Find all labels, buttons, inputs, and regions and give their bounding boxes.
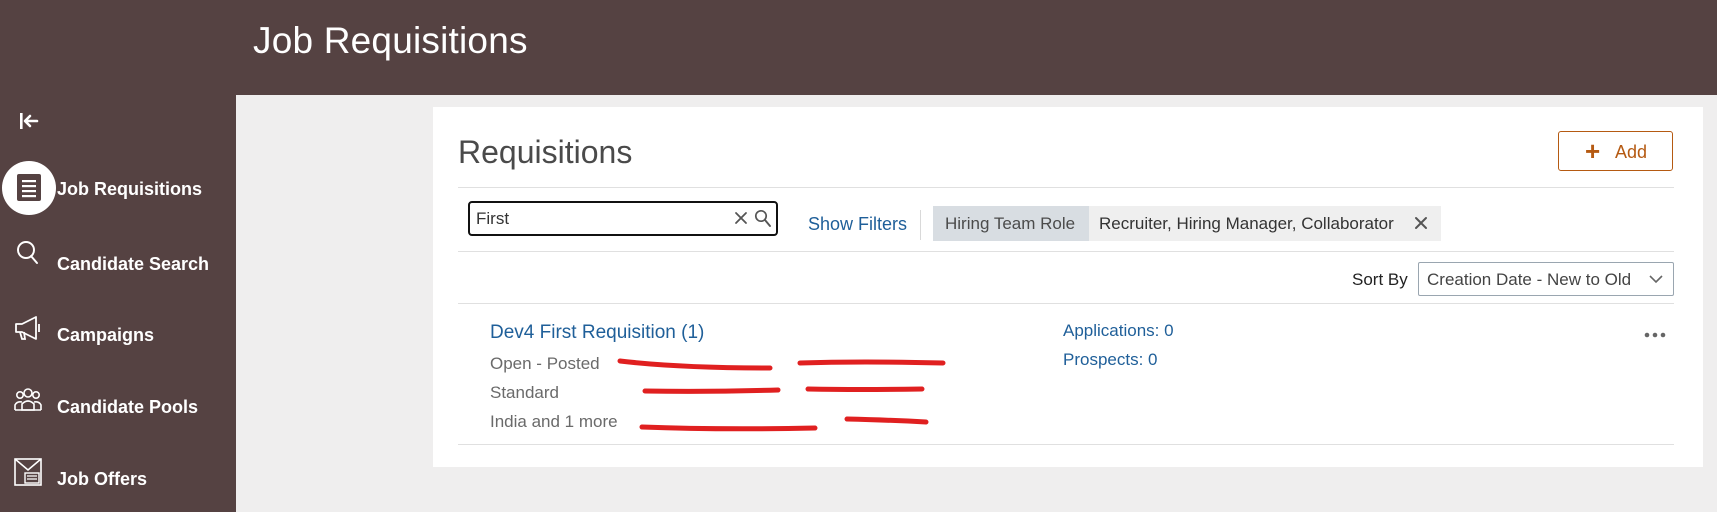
sidebar-item-job-requisitions[interactable]: Job Requisitions bbox=[0, 157, 236, 215]
filter-chip-value[interactable]: Recruiter, Hiring Manager, Collaborator bbox=[1089, 206, 1441, 241]
divider bbox=[458, 187, 1674, 188]
divider bbox=[920, 210, 921, 240]
collapse-left-icon[interactable] bbox=[17, 109, 41, 133]
page-title: Job Requisitions bbox=[253, 20, 528, 61]
show-filters-link[interactable]: Show Filters bbox=[808, 214, 907, 235]
offer-letter-icon bbox=[14, 458, 42, 486]
app-header: Job Requisitions bbox=[0, 0, 1717, 95]
section-title: Requisitions bbox=[458, 134, 633, 170]
chevron-down-icon bbox=[1649, 275, 1663, 284]
requisition-status: Open - Posted bbox=[490, 354, 600, 373]
search-input-value: First bbox=[476, 209, 510, 228]
sidebar-item-candidate-pools[interactable]: Candidate Pools bbox=[0, 378, 236, 434]
sidebar-item-candidate-search[interactable]: Candidate Search bbox=[0, 234, 236, 290]
prospects-link[interactable]: Prospects: 0 bbox=[1063, 350, 1158, 370]
search-input[interactable]: First bbox=[468, 201, 778, 236]
sidebar-item-label: Candidate Search bbox=[57, 254, 210, 274]
sidebar-item-label: Candidate Pools bbox=[57, 397, 199, 417]
applications-link[interactable]: Applications: 0 bbox=[1063, 321, 1174, 341]
search-icon bbox=[17, 241, 38, 264]
clear-search-icon[interactable] bbox=[733, 210, 749, 226]
more-actions-icon[interactable] bbox=[1643, 328, 1667, 342]
sort-by-select[interactable]: Creation Date - New to Old bbox=[1418, 262, 1674, 296]
search-icon[interactable] bbox=[754, 209, 772, 229]
requisition-location: India and 1 more bbox=[490, 412, 618, 431]
divider bbox=[458, 444, 1674, 445]
divider bbox=[458, 251, 1674, 252]
sidebar-item-label: Job Offers bbox=[57, 469, 148, 489]
remove-filter-icon[interactable] bbox=[1413, 215, 1429, 231]
plus-icon: + bbox=[1585, 136, 1601, 166]
sidebar-item-job-offers[interactable]: Job Offers bbox=[0, 450, 236, 506]
megaphone-icon bbox=[15, 316, 40, 340]
sidebar-item-campaigns[interactable]: Campaigns bbox=[0, 306, 236, 362]
sidebar-item-label: Job Requisitions bbox=[57, 179, 203, 199]
add-button[interactable]: + Add bbox=[1558, 131, 1673, 171]
requisition-title-link[interactable]: Dev4 First Requisition (1) bbox=[490, 322, 704, 344]
document-list-icon bbox=[17, 174, 41, 201]
requisition-type: Standard bbox=[490, 383, 559, 402]
filter-chip-role[interactable]: Hiring Team Role bbox=[933, 206, 1089, 241]
sort-by-label: Sort By bbox=[1352, 270, 1408, 289]
sidebar-item-label: Campaigns bbox=[57, 325, 155, 345]
divider bbox=[458, 303, 1674, 304]
add-button-label: Add bbox=[1615, 142, 1648, 162]
people-group-icon bbox=[14, 388, 42, 411]
sort-by-value: Creation Date - New to Old bbox=[1427, 270, 1632, 289]
